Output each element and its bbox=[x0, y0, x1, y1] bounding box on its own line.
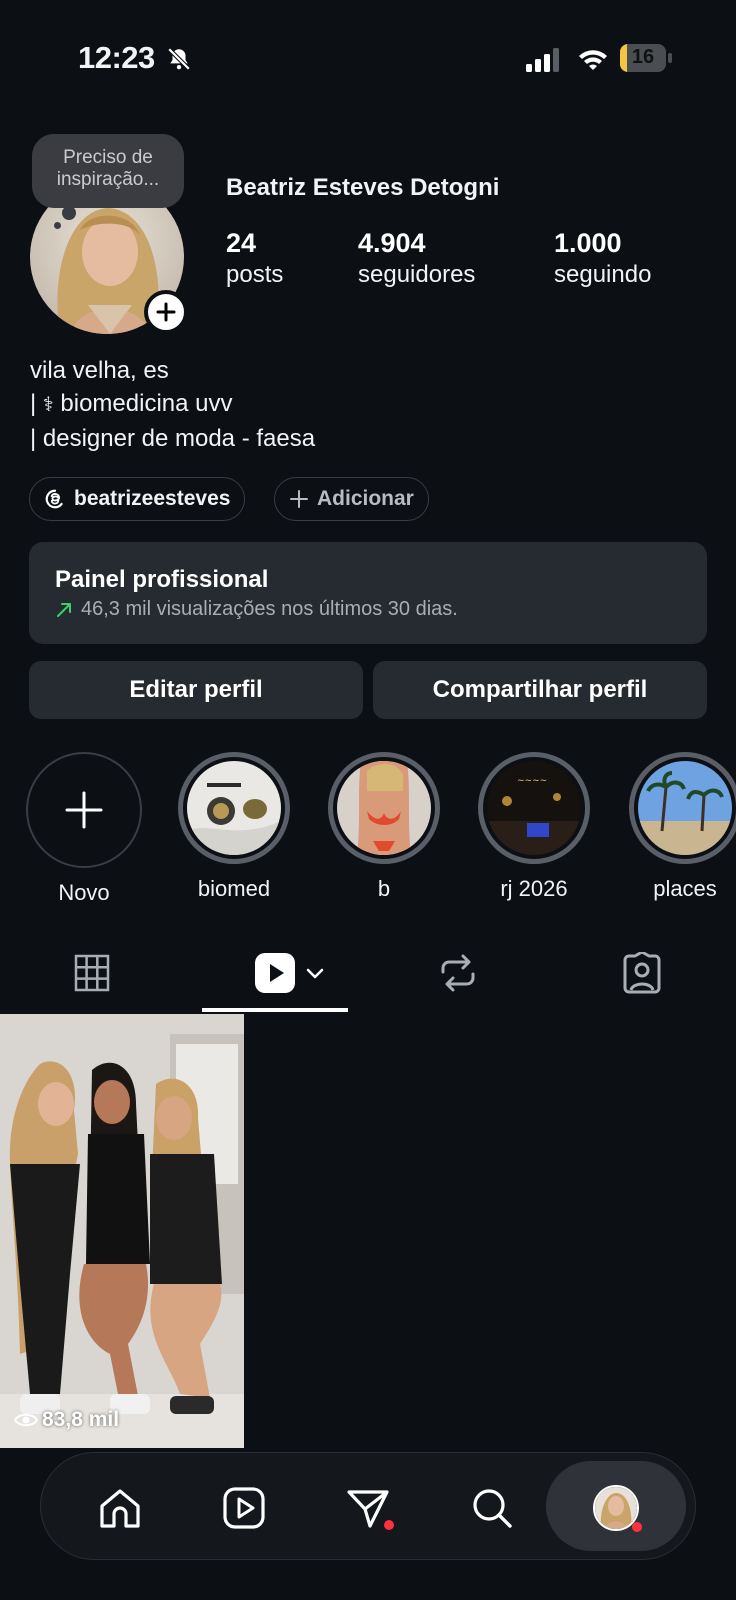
reel-view-count: 83,8 mil bbox=[14, 1408, 119, 1432]
threads-handle: beatrizeesteves bbox=[74, 487, 231, 510]
stat-followers-value: 4.904 bbox=[358, 228, 426, 258]
stat-following[interactable]: 1.000 seguindo bbox=[554, 228, 651, 289]
bio-course-text: biomedicina uvv bbox=[53, 390, 233, 417]
threads-link-chip[interactable]: beatrizeesteves bbox=[29, 477, 246, 521]
stat-followers-label: seguidores bbox=[358, 261, 476, 288]
highlight-cover-image bbox=[187, 761, 281, 855]
tagged-icon bbox=[623, 952, 661, 994]
cellular-signal-icon bbox=[526, 48, 559, 72]
nav-reels[interactable] bbox=[220, 1484, 268, 1532]
reposts-icon bbox=[441, 954, 475, 992]
highlight-rj-2026[interactable]: ~~~~ rj 2026 bbox=[475, 752, 593, 902]
caduceus-symbol: ⚕ bbox=[42, 394, 54, 416]
highlight-label: rj 2026 bbox=[500, 876, 568, 901]
tab-reposts[interactable] bbox=[434, 950, 482, 996]
grid-icon bbox=[74, 954, 110, 992]
chevron-down-icon bbox=[306, 968, 324, 979]
search-icon bbox=[473, 1489, 512, 1528]
active-tab-indicator bbox=[202, 1008, 348, 1012]
tab-grid[interactable] bbox=[68, 950, 116, 996]
reel-view-count-text: 83,8 mil bbox=[42, 1408, 120, 1431]
dashboard-subtitle: 46,3 mil visualizações nos últimos 30 di… bbox=[81, 598, 458, 620]
highlight-label: places bbox=[653, 876, 717, 901]
threads-icon bbox=[45, 489, 63, 509]
bio-line-location: vila velha, es bbox=[30, 357, 169, 384]
reels-icon bbox=[223, 1487, 265, 1529]
notification-dot bbox=[632, 1522, 642, 1532]
wifi-icon bbox=[579, 50, 607, 70]
profile-note-bubble[interactable]: Preciso de inspiração... bbox=[32, 134, 184, 208]
nav-home[interactable] bbox=[96, 1484, 144, 1532]
eye-icon bbox=[14, 1413, 38, 1427]
highlight-cover-image bbox=[337, 761, 431, 855]
reel-thumbnail[interactable] bbox=[0, 1014, 244, 1448]
highlight-cover-image bbox=[638, 761, 732, 855]
stat-posts-label: posts bbox=[226, 261, 284, 288]
bio-separator: | bbox=[30, 390, 43, 417]
notification-dot bbox=[384, 1520, 394, 1530]
highlight-label: Novo bbox=[58, 880, 110, 905]
stat-followers[interactable]: 4.904 seguidores bbox=[358, 228, 475, 289]
share-profile-button[interactable]: Compartilhar perfil bbox=[373, 661, 707, 719]
note-bubble-tail bbox=[62, 206, 76, 220]
stat-posts[interactable]: 24 posts bbox=[226, 228, 283, 289]
highlight-b[interactable]: b bbox=[325, 752, 443, 902]
plus-icon bbox=[290, 490, 308, 508]
new-highlight-circle bbox=[26, 752, 142, 868]
profile-name: Beatriz Esteves Detogni bbox=[226, 174, 500, 201]
highlight-places[interactable]: places bbox=[625, 752, 736, 902]
battery-percent: 16 bbox=[631, 46, 655, 68]
nav-search[interactable] bbox=[468, 1484, 516, 1532]
status-time: 12:23 bbox=[78, 40, 155, 75]
bell-muted-icon bbox=[167, 47, 191, 71]
dashboard-title: Painel profissional bbox=[55, 566, 269, 593]
stat-posts-value: 24 bbox=[226, 228, 257, 258]
reels-icon bbox=[255, 953, 295, 993]
stat-following-value: 1.000 bbox=[554, 228, 622, 258]
plus-icon bbox=[65, 791, 103, 829]
edit-profile-button[interactable]: Editar perfil bbox=[29, 661, 363, 719]
trend-up-arrow-icon bbox=[57, 602, 71, 617]
add-link-chip[interactable]: Adicionar bbox=[274, 477, 429, 521]
dashboard-subtitle-row: 46,3 mil visualizações nos últimos 30 di… bbox=[55, 598, 458, 621]
professional-dashboard-card[interactable]: Painel profissional 46,3 mil visualizaçõ… bbox=[29, 542, 707, 644]
svg-text:~~~~: ~~~~ bbox=[517, 776, 547, 786]
highlight-biomed[interactable]: biomed bbox=[175, 752, 293, 902]
profile-bio: vila velha, es | ⚕ biomedicina uvv | des… bbox=[30, 354, 315, 455]
add-link-label: Adicionar bbox=[317, 487, 414, 510]
highlight-cover-image: ~~~~ bbox=[487, 761, 581, 855]
home-icon bbox=[100, 1489, 140, 1528]
highlight-label: biomed bbox=[197, 876, 271, 901]
stat-following-label: seguindo bbox=[554, 261, 652, 288]
plus-icon bbox=[156, 302, 176, 322]
battery-indicator: 16 bbox=[620, 44, 672, 72]
highlight-new[interactable]: Novo bbox=[25, 752, 143, 906]
tab-tagged[interactable] bbox=[618, 950, 666, 996]
note-bubble-tail-small bbox=[54, 222, 61, 229]
bio-line-course: | ⚕ biomedicina uvv bbox=[30, 387, 315, 422]
highlight-label: b bbox=[377, 876, 391, 901]
tab-reels[interactable] bbox=[250, 950, 330, 996]
nav-direct-messages[interactable] bbox=[344, 1484, 394, 1532]
nav-profile[interactable] bbox=[592, 1484, 642, 1532]
add-story-button[interactable] bbox=[144, 290, 188, 334]
bio-line-design: | designer de moda - faesa bbox=[30, 425, 316, 452]
